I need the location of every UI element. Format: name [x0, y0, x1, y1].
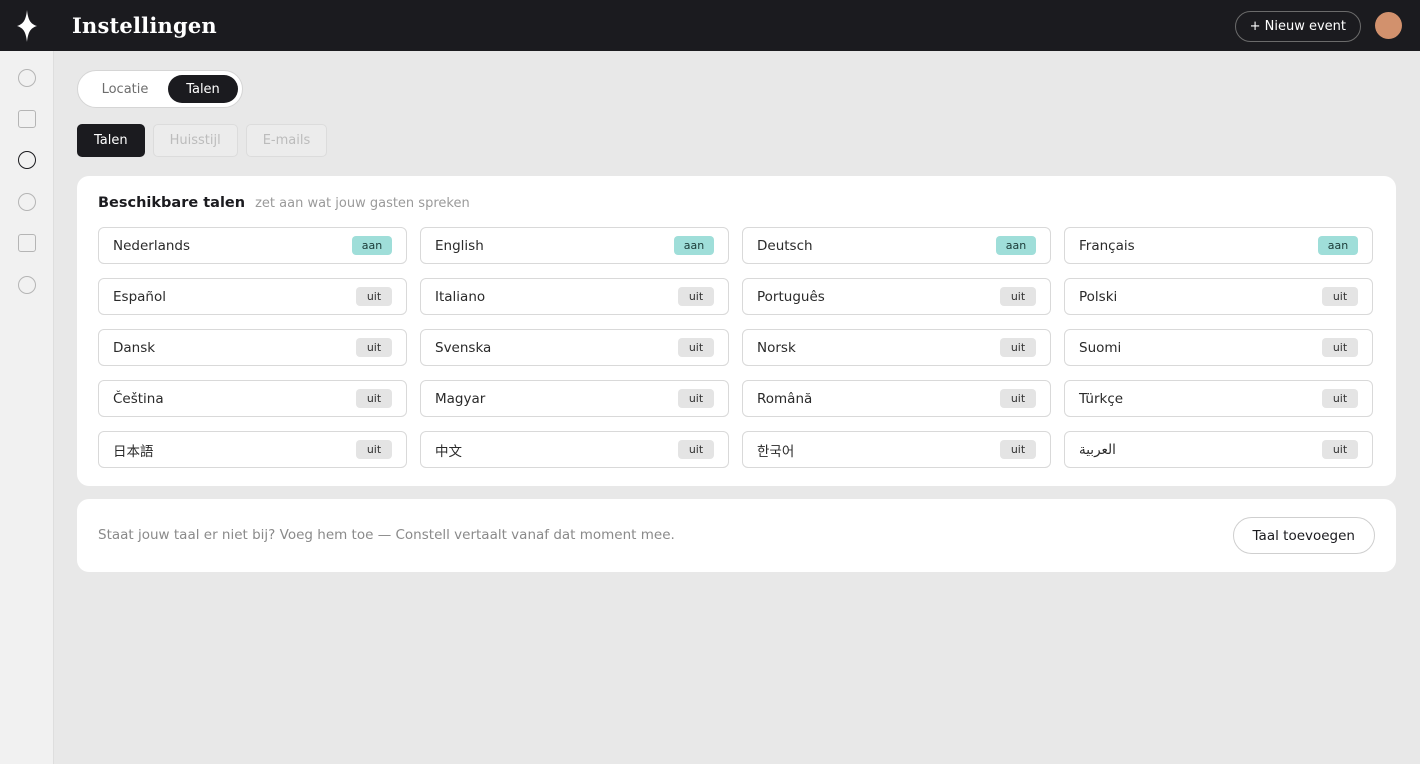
- language-toggle[interactable]: Dansk uit: [98, 329, 407, 366]
- page-title: Instellingen: [72, 13, 217, 38]
- languages-grid: Nederlands aan English aan Deutsch aan Françai…: [98, 227, 1373, 468]
- language-status-badge: aan: [1318, 236, 1358, 255]
- language-toggle[interactable]: Português uit: [742, 278, 1051, 315]
- language-status-badge: uit: [1322, 389, 1358, 408]
- language-toggle[interactable]: Suomi uit: [1064, 329, 1373, 366]
- language-name: Svenska: [435, 339, 492, 356]
- add-language-button[interactable]: Taal toevoegen: [1232, 517, 1375, 554]
- language-status-badge: uit: [356, 440, 392, 459]
- top-bar: Instellingen + Nieuw event: [54, 0, 1420, 51]
- language-status-badge: aan: [352, 236, 392, 255]
- tab-talen[interactable]: Talen: [77, 124, 145, 157]
- language-status-badge: uit: [356, 389, 392, 408]
- language-status-badge: uit: [678, 338, 714, 357]
- tab-huisstijl[interactable]: Huisstijl: [152, 124, 238, 157]
- language-status-badge: aan: [674, 236, 714, 255]
- nav-circle-icon[interactable]: [18, 276, 36, 294]
- language-name: العربية: [1079, 441, 1116, 458]
- left-rail: [0, 0, 54, 764]
- settings-segment-control: Locatie Talen: [77, 70, 243, 108]
- language-name: Română: [757, 390, 813, 407]
- language-name: Français: [1079, 237, 1135, 254]
- segment-locatie[interactable]: Locatie: [82, 75, 168, 103]
- language-name: Türkçe: [1079, 390, 1124, 407]
- language-status-badge: uit: [356, 287, 392, 306]
- language-name: 한국어: [757, 443, 795, 460]
- language-name: Português: [757, 288, 825, 305]
- language-name: English: [435, 237, 484, 254]
- language-status-badge: uit: [678, 440, 714, 459]
- language-toggle[interactable]: Čeština uit: [98, 380, 407, 417]
- language-status-badge: uit: [678, 287, 714, 306]
- language-toggle[interactable]: Español uit: [98, 278, 407, 315]
- nav-circle-icon[interactable]: [18, 69, 36, 87]
- language-name: Español: [113, 288, 166, 305]
- language-toggle[interactable]: 日本語 uit: [98, 431, 407, 468]
- language-toggle[interactable]: 中文 uit: [420, 431, 729, 468]
- sparkle-logo-icon: [17, 9, 37, 42]
- language-name: Čeština: [113, 390, 164, 407]
- nav-circle-icon[interactable]: [18, 193, 36, 211]
- segment-talen[interactable]: Talen: [168, 75, 238, 103]
- add-language-hint: Staat jouw taal er niet bij? Voeg hem to…: [98, 527, 675, 543]
- language-toggle[interactable]: Norsk uit: [742, 329, 1051, 366]
- avatar[interactable]: [1375, 12, 1402, 39]
- add-language-card: Staat jouw taal er niet bij? Voeg hem to…: [77, 499, 1396, 572]
- languages-subtitle: zet aan wat jouw gasten spreken: [255, 196, 470, 211]
- language-toggle[interactable]: English aan: [420, 227, 729, 264]
- languages-card-header: Beschikbare talen zet aan wat jouw gaste…: [98, 195, 470, 211]
- language-toggle[interactable]: العربية uit: [1064, 431, 1373, 468]
- language-name: Nederlands: [113, 237, 191, 254]
- language-name: Polski: [1079, 288, 1118, 305]
- language-status-badge: uit: [1000, 440, 1036, 459]
- nav-square-icon[interactable]: [18, 234, 36, 252]
- language-status-badge: uit: [1000, 389, 1036, 408]
- language-toggle[interactable]: Svenska uit: [420, 329, 729, 366]
- language-toggle[interactable]: Deutsch aan: [742, 227, 1051, 264]
- new-event-button[interactable]: + Nieuw event: [1234, 11, 1361, 42]
- language-status-badge: uit: [1000, 287, 1036, 306]
- languages-title: Beschikbare talen: [98, 195, 246, 211]
- language-toggle[interactable]: Magyar uit: [420, 380, 729, 417]
- language-toggle[interactable]: Polski uit: [1064, 278, 1373, 315]
- nav-square-icon[interactable]: [18, 110, 36, 128]
- language-name: 中文: [435, 443, 462, 460]
- language-status-badge: uit: [1000, 338, 1036, 357]
- nav-circle-icon-active[interactable]: [18, 151, 36, 169]
- language-toggle[interactable]: Nederlands aan: [98, 227, 407, 264]
- language-name: Italiano: [435, 288, 486, 305]
- language-toggle[interactable]: Türkçe uit: [1064, 380, 1373, 417]
- language-name: Dansk: [113, 339, 156, 356]
- language-name: 日本語: [113, 443, 154, 460]
- language-status-badge: uit: [1322, 287, 1358, 306]
- languages-card: Beschikbare talen zet aan wat jouw gaste…: [77, 176, 1396, 486]
- language-name: Magyar: [435, 390, 486, 407]
- logo[interactable]: [0, 0, 54, 51]
- language-status-badge: uit: [1322, 338, 1358, 357]
- language-status-badge: uit: [356, 338, 392, 357]
- sub-tabs: Talen Huisstijl E-mails: [77, 124, 328, 157]
- language-status-badge: uit: [678, 389, 714, 408]
- language-status-badge: aan: [996, 236, 1036, 255]
- language-toggle[interactable]: 한국어 uit: [742, 431, 1051, 468]
- language-name: Suomi: [1079, 339, 1122, 356]
- language-status-badge: uit: [1322, 440, 1358, 459]
- language-name: Deutsch: [757, 237, 813, 254]
- tab-e-mails[interactable]: E-mails: [245, 124, 328, 157]
- language-toggle[interactable]: Română uit: [742, 380, 1051, 417]
- language-toggle[interactable]: Français aan: [1064, 227, 1373, 264]
- language-name: Norsk: [757, 339, 796, 356]
- language-toggle[interactable]: Italiano uit: [420, 278, 729, 315]
